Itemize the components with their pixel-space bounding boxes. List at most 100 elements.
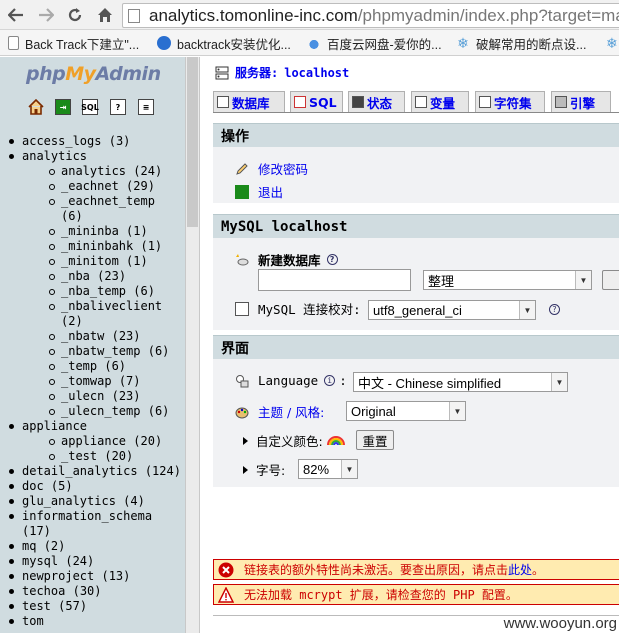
change-password-link[interactable]: 修改密码 — [235, 159, 308, 178]
database-name[interactable]: test — [22, 599, 51, 613]
tab-databases[interactable]: 数据库 — [213, 91, 285, 112]
bookmark-item[interactable]: Back Track下建立"... — [8, 34, 139, 52]
table-item[interactable]: analytics (24) — [6, 164, 184, 179]
database-name[interactable]: glu_analytics — [22, 494, 116, 508]
database-name[interactable]: tom — [22, 614, 44, 628]
tab-variables[interactable]: 变量 — [411, 91, 469, 112]
url-field[interactable]: analytics.tomonline-inc.com/phpmyadmin/i… — [122, 3, 619, 28]
table-name[interactable]: _minitom — [61, 254, 119, 268]
bookmark-item[interactable]: backtrack安装优化... — [157, 34, 291, 52]
table-name[interactable]: _ulecn — [61, 389, 104, 403]
home-icon[interactable] — [93, 3, 117, 27]
logout-link[interactable]: 退出 — [235, 182, 283, 201]
phpmyadmin-logo[interactable]: phpMyAdmin — [26, 63, 161, 85]
database-name[interactable]: mq — [22, 539, 36, 553]
table-name[interactable]: _mininbahk — [61, 239, 133, 253]
help-icon[interactable]: ? — [110, 99, 126, 115]
table-item[interactable]: _ulecn (23) — [6, 389, 184, 404]
table-name[interactable]: _eachnet — [61, 179, 119, 193]
reset-color-button[interactable]: 重置 — [356, 430, 394, 450]
exit-icon[interactable]: ⇥ — [55, 99, 71, 115]
table-name[interactable]: _test — [61, 449, 97, 463]
table-name[interactable]: _ulecn_temp — [61, 404, 140, 418]
database-name[interactable]: techoa — [22, 584, 65, 598]
table-name[interactable]: _nbatw_temp — [61, 344, 140, 358]
reload-icon[interactable] — [63, 3, 87, 27]
database-item[interactable]: appliance — [6, 419, 184, 434]
info-icon[interactable]: i — [324, 375, 336, 386]
table-name[interactable]: analytics — [61, 164, 126, 178]
font-size-select[interactable]: 82% ▼ — [298, 459, 358, 479]
database-name[interactable]: doc — [22, 479, 44, 493]
scrollbar-thumb[interactable] — [187, 57, 198, 227]
sql-icon[interactable]: SQL — [81, 99, 99, 115]
table-item[interactable]: _minitom (1) — [6, 254, 184, 269]
tab-charsets[interactable]: 字符集 — [475, 91, 545, 112]
table-name[interactable]: appliance — [61, 434, 126, 448]
tab-engines[interactable]: 引擎 — [551, 91, 611, 112]
custom-color-row[interactable]: 自定义颜色: — [243, 431, 345, 450]
table-item[interactable]: _nba_temp (6) — [6, 284, 184, 299]
database-item[interactable]: test (57) — [6, 599, 184, 614]
back-icon[interactable] — [4, 3, 28, 27]
expand-triangle-icon[interactable] — [243, 465, 248, 474]
database-name[interactable]: detail_analytics — [22, 464, 138, 478]
database-name[interactable]: information_schema — [22, 509, 152, 523]
bookmark-item[interactable]: 百度云网盘-爱你的... — [307, 34, 442, 52]
table-name[interactable]: _nbatw — [61, 329, 104, 343]
database-item[interactable]: newproject (13) — [6, 569, 184, 584]
database-name[interactable]: mysql — [22, 554, 58, 568]
new-database-name-input[interactable] — [258, 269, 411, 291]
table-item[interactable]: _mininbahk (1) — [6, 239, 184, 254]
table-item[interactable]: _tomwap (7) — [6, 374, 184, 389]
table-name[interactable]: _nba_temp — [61, 284, 126, 298]
tab-sql[interactable]: SQL — [290, 91, 343, 112]
help-icon[interactable]: ? — [326, 254, 338, 265]
error-details-link[interactable]: 此处 — [508, 561, 532, 578]
table-item[interactable]: _nba (23) — [6, 269, 184, 284]
table-name[interactable]: _tomwap — [61, 374, 112, 388]
database-item[interactable]: information_schema (17) — [6, 509, 184, 539]
collation-select[interactable]: 整理 ▼ — [423, 270, 592, 290]
table-item[interactable]: _nbatw (23) — [6, 329, 184, 344]
theme-select[interactable]: Original ▼ — [346, 401, 466, 421]
table-item[interactable]: _test (20) — [6, 449, 184, 464]
docs-icon[interactable]: ≡ — [138, 99, 154, 115]
database-item[interactable]: access_logs (3) — [6, 134, 184, 149]
table-item[interactable]: _eachnet (29) — [6, 179, 184, 194]
bookmark-item[interactable]: ❄ — [606, 34, 619, 52]
table-name[interactable]: _eachnet_temp — [61, 194, 155, 208]
expand-triangle-icon[interactable] — [243, 436, 248, 445]
table-item[interactable]: _temp (6) — [6, 359, 184, 374]
table-item[interactable]: _ulecn_temp (6) — [6, 404, 184, 419]
table-name[interactable]: _nbaliveclient — [61, 299, 162, 313]
table-item[interactable]: appliance (20) — [6, 434, 184, 449]
home-icon[interactable] — [28, 99, 44, 115]
table-name[interactable]: _temp — [61, 359, 97, 373]
help-icon[interactable]: ? — [549, 304, 560, 315]
theme-link[interactable]: 主题 / 风格: — [258, 402, 324, 421]
forward-icon[interactable] — [34, 3, 58, 27]
database-name[interactable]: access_logs — [22, 134, 101, 148]
database-name[interactable]: analytics — [22, 149, 87, 163]
tab-status[interactable]: 状态 — [348, 91, 405, 112]
table-name[interactable]: _mininba — [61, 224, 119, 238]
table-name[interactable]: _nba — [61, 269, 90, 283]
table-item[interactable]: _eachnet_temp (6) — [6, 194, 184, 224]
server-link[interactable]: localhost — [284, 66, 349, 80]
create-database-button[interactable] — [602, 270, 619, 290]
database-name[interactable]: newproject — [22, 569, 94, 583]
database-item[interactable]: mysql (24) — [6, 554, 184, 569]
bookmark-item[interactable]: ❄ 破解常用的断点设... — [456, 34, 586, 52]
database-item[interactable]: doc (5) — [6, 479, 184, 494]
database-name[interactable]: appliance — [22, 419, 87, 433]
database-item[interactable]: glu_analytics (4) — [6, 494, 184, 509]
table-item[interactable]: _nbatw_temp (6) — [6, 344, 184, 359]
database-item[interactable]: techoa (30) — [6, 584, 184, 599]
table-item[interactable]: _mininba (1) — [6, 224, 184, 239]
table-item[interactable]: _nbaliveclient (2) — [6, 299, 184, 329]
database-item[interactable]: mq (2) — [6, 539, 184, 554]
language-select[interactable]: 中文 - Chinese simplified ▼ — [353, 372, 568, 392]
database-item[interactable]: analytics — [6, 149, 184, 164]
frame-scrollbar[interactable] — [185, 57, 200, 633]
